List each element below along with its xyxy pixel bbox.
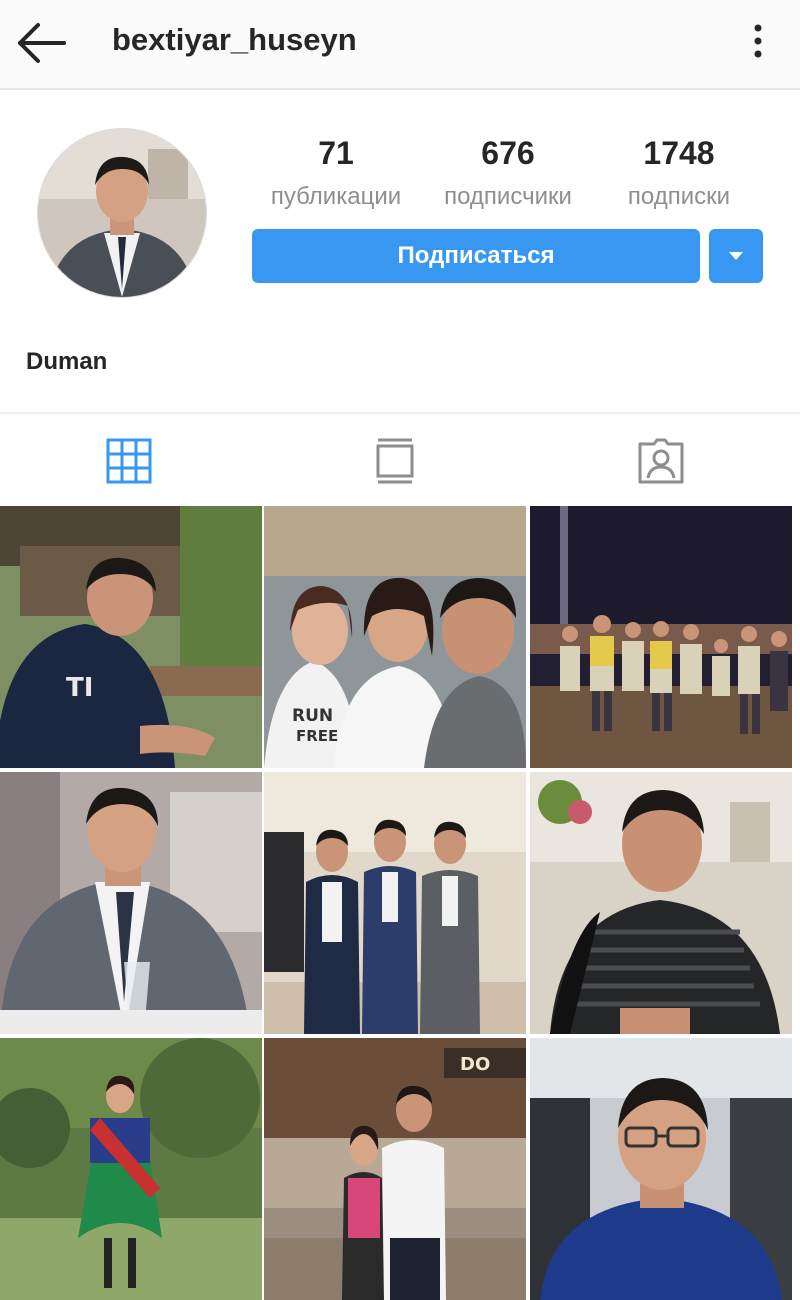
post-thumbnail[interactable]: TI <box>0 506 262 768</box>
svg-text:RUN: RUN <box>292 706 333 726</box>
post-thumbnail[interactable] <box>264 772 526 1034</box>
post-thumbnail[interactable]: DO <box>264 1038 526 1300</box>
post-thumbnail[interactable] <box>0 772 262 1034</box>
arrow-left-icon[interactable] <box>14 18 70 68</box>
grid-icon <box>106 438 152 484</box>
svg-text:FREE: FREE <box>296 727 338 745</box>
followers-count[interactable]: 676 подписчики <box>430 134 586 212</box>
followers-count-value: 676 <box>481 135 535 171</box>
svg-text:TI: TI <box>66 673 93 703</box>
posts-count[interactable]: 71 публикации <box>258 134 414 212</box>
posts-count-label: публикации <box>270 183 402 210</box>
posts-grid: TI RUN FREE DO <box>0 506 800 1300</box>
following-count-value: 1748 <box>643 135 715 171</box>
profile-full-name: Duman <box>26 348 108 375</box>
more-vertical-icon[interactable] <box>740 20 776 64</box>
tab-feed[interactable] <box>370 436 420 486</box>
post-thumbnail[interactable] <box>0 1038 262 1300</box>
tab-grid[interactable] <box>104 436 154 486</box>
posts-count-value: 71 <box>318 135 354 171</box>
svg-text:DO: DO <box>460 1054 490 1075</box>
tagged-user-icon <box>638 438 684 484</box>
profile-tabs <box>0 412 800 507</box>
followers-count-label: подписчики <box>444 183 572 210</box>
avatar[interactable] <box>37 128 207 298</box>
post-thumbnail[interactable] <box>530 772 792 1034</box>
top-bar: bextiyar_huseyn <box>0 0 800 90</box>
feed-icon <box>376 438 414 484</box>
follow-button[interactable]: Подписаться <box>252 229 700 283</box>
caret-down-icon <box>729 252 743 260</box>
post-thumbnail[interactable] <box>530 506 792 768</box>
profile-username: bextiyar_huseyn <box>112 22 357 57</box>
tab-tagged[interactable] <box>636 436 686 486</box>
post-thumbnail[interactable] <box>530 1038 792 1300</box>
profile-section: 71 публикации 676 подписчики 1748 подпис… <box>0 90 800 412</box>
suggestions-dropdown-button[interactable] <box>709 229 763 283</box>
post-thumbnail[interactable]: RUN FREE <box>264 506 526 768</box>
following-count[interactable]: 1748 подписки <box>606 134 752 212</box>
following-count-label: подписки <box>627 183 731 210</box>
